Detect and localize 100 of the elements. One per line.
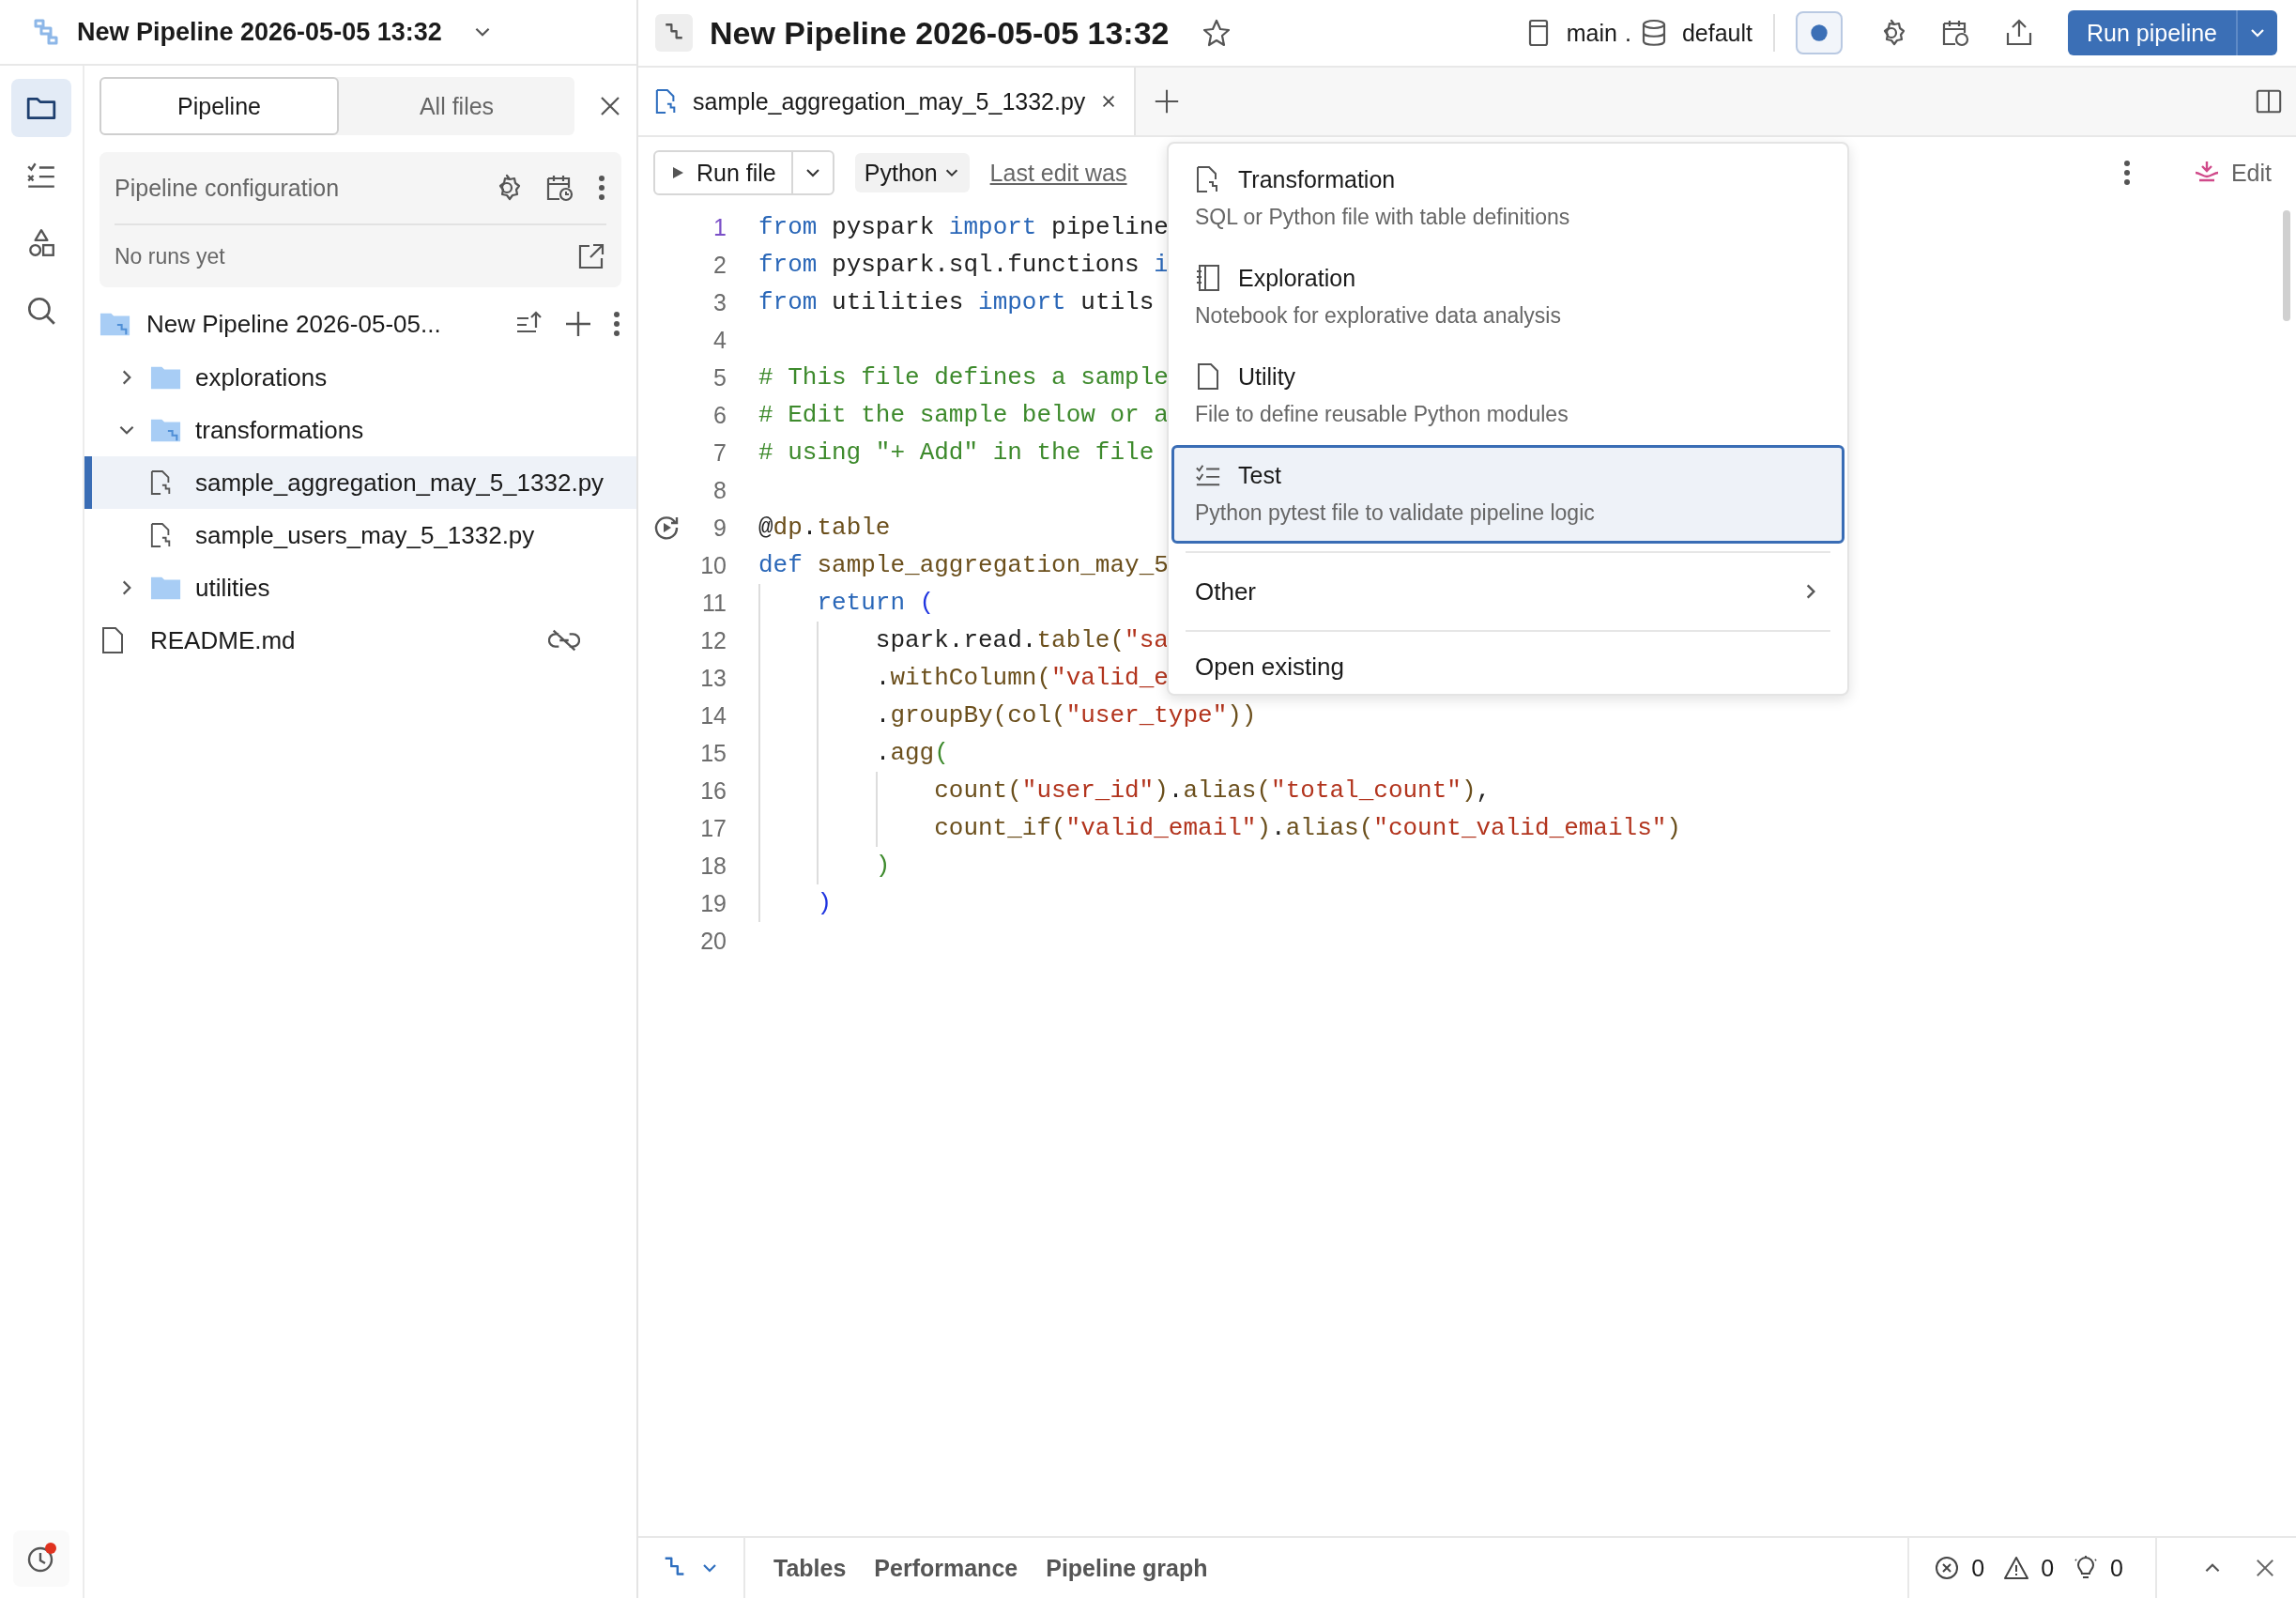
line-number: 15 — [699, 739, 727, 767]
run-pipeline-button[interactable]: Run pipeline — [2068, 10, 2236, 55]
line-number: 1 — [712, 213, 727, 241]
line-number: 7 — [712, 438, 727, 467]
schema-name[interactable]: default — [1681, 19, 1753, 47]
config-title[interactable]: Pipeline configuration — [115, 174, 469, 202]
more-icon[interactable] — [2121, 158, 2132, 188]
notebook-icon — [1195, 264, 1221, 292]
menu-item[interactable]: Exploration Notebook for explorative data analysis — [1171, 248, 1844, 346]
hint-count: 0 — [2110, 1554, 2123, 1582]
close-icon[interactable] — [2255, 1558, 2275, 1578]
file-tab[interactable]: sample_aggregation_may_5_1332.py — [638, 68, 1137, 135]
tab-label[interactable]: sample_aggregation_may_5_1332.py — [693, 87, 1086, 115]
code-line: def sample_aggregation_may_5 — [758, 551, 1169, 579]
schedule-icon[interactable] — [544, 173, 574, 203]
external-link-icon[interactable] — [576, 241, 606, 271]
submenu-item[interactable]: Other — [1169, 561, 1847, 622]
menu-item[interactable]: Utility File to define reusable Python modules — [1171, 346, 1844, 445]
line-number: 19 — [699, 889, 727, 917]
tree-item[interactable]: sample_users_may_5_1332.py — [84, 509, 636, 561]
split-view-icon[interactable] — [2255, 87, 2283, 115]
play-icon — [670, 165, 685, 180]
close-icon[interactable] — [599, 95, 621, 117]
item-description: Notebook for explorative data analysis — [1195, 303, 1562, 329]
edit-button[interactable]: Edit — [2185, 158, 2277, 188]
menu-item[interactable]: Test Python pytest file to validate pipeline logic — [1171, 445, 1844, 544]
item-description: Python pytest file to validate pipeline logic — [1195, 500, 1596, 526]
line-number: 13 — [699, 664, 727, 692]
last-edit-link[interactable]: Last edit was — [989, 159, 1127, 187]
toggle-button[interactable] — [1796, 11, 1843, 54]
scrollbar[interactable] — [2283, 210, 2290, 321]
code-line: ) — [817, 889, 832, 917]
branch-name[interactable]: main — [1566, 19, 1617, 47]
line-number: 8 — [712, 476, 727, 504]
code-line: # Edit the sample below or a — [758, 401, 1169, 429]
more-icon[interactable] — [597, 173, 606, 203]
code-line: # using "+ Add" in the file — [758, 438, 1155, 467]
code-line: .withColumn("valid_e — [875, 664, 1169, 692]
code-line: spark.read.table("sa — [875, 626, 1169, 654]
pipeline-icon — [655, 14, 693, 52]
pipeline-file-icon — [655, 87, 678, 115]
tree-item[interactable]: sample_aggregation_may_5_1332.py — [84, 456, 636, 509]
schedule-icon[interactable] — [1940, 18, 1970, 48]
code-line: count("user_id").alias("total_count"), — [934, 776, 1492, 805]
file-icon — [1195, 362, 1221, 391]
code-line: return ( — [817, 589, 935, 617]
tree-item[interactable]: utilities — [84, 561, 636, 614]
line-number: 18 — [699, 852, 727, 880]
line-number: 17 — [699, 814, 727, 842]
search-icon — [25, 295, 57, 327]
lightbulb-icon — [2073, 1555, 2100, 1581]
share-icon[interactable] — [2004, 18, 2034, 48]
pipeline-file-icon — [150, 521, 173, 549]
code-line: from pyspark.sql.functions i — [758, 251, 1169, 279]
run-options-button[interactable] — [2236, 10, 2277, 55]
language-select[interactable]: Python — [854, 153, 970, 192]
line-number: 14 — [699, 701, 727, 730]
code-line: from utilities import utils — [758, 288, 1155, 316]
view-tab[interactable]: All files — [339, 77, 574, 135]
line-number: 3 — [712, 288, 727, 316]
warning-count: 0 — [2041, 1554, 2055, 1582]
pipeline-root[interactable]: New Pipeline 2026-05-05... — [146, 309, 496, 339]
history-button[interactable] — [13, 1530, 69, 1587]
tree-item[interactable]: README.md — [84, 614, 636, 667]
line-number: 5 — [712, 363, 727, 392]
unlink-icon[interactable] — [548, 627, 580, 653]
line-number: 4 — [712, 326, 727, 354]
panel-tab[interactable]: Performance — [874, 1554, 1018, 1582]
code-line: # This file defines a sample — [758, 363, 1169, 392]
line-number: 2 — [712, 251, 727, 279]
star-icon[interactable] — [1201, 18, 1232, 48]
code-line: ) — [875, 852, 891, 880]
run-status: No runs yet — [115, 243, 226, 269]
warning-icon — [2003, 1555, 2030, 1581]
line-number: 20 — [699, 927, 727, 955]
pipeline-title: New Pipeline 2026-05-05 13:32 — [710, 14, 1170, 52]
more-icon[interactable] — [612, 309, 621, 339]
item-description: File to define reusable Python modules — [1195, 402, 1569, 427]
folder-button[interactable] — [11, 79, 71, 137]
panel-tab[interactable]: Tables — [773, 1554, 847, 1582]
code-line: .groupBy(col("user_type")) — [875, 701, 1257, 730]
pipeline-file-icon — [150, 469, 173, 497]
error-count: 0 — [1971, 1554, 1985, 1582]
tree-item[interactable]: transformations — [84, 404, 636, 456]
code-line: .agg( — [875, 739, 949, 767]
file-icon — [101, 626, 124, 654]
line-number: 12 — [699, 626, 727, 654]
view-tab[interactable]: Pipeline — [99, 77, 339, 135]
line-number: 6 — [712, 401, 727, 429]
item-description: SQL or Python file with table definitions — [1195, 205, 1571, 230]
panel-tab[interactable]: Pipeline graph — [1046, 1554, 1208, 1582]
code-line: @dp.table — [758, 514, 891, 542]
menu-item[interactable]: Transformation SQL or Python file with table definitions — [1171, 149, 1844, 248]
line-number: 16 — [699, 776, 727, 805]
pipeline-title[interactable]: New Pipeline 2026-05-05 13:32 — [77, 17, 442, 47]
tree-item[interactable]: explorations — [84, 351, 636, 404]
run-cell-icon[interactable] — [653, 515, 680, 541]
line-number: 11 — [701, 589, 727, 617]
open-existing-item[interactable]: Open existing — [1169, 639, 1847, 694]
add-icon[interactable] — [563, 309, 593, 339]
